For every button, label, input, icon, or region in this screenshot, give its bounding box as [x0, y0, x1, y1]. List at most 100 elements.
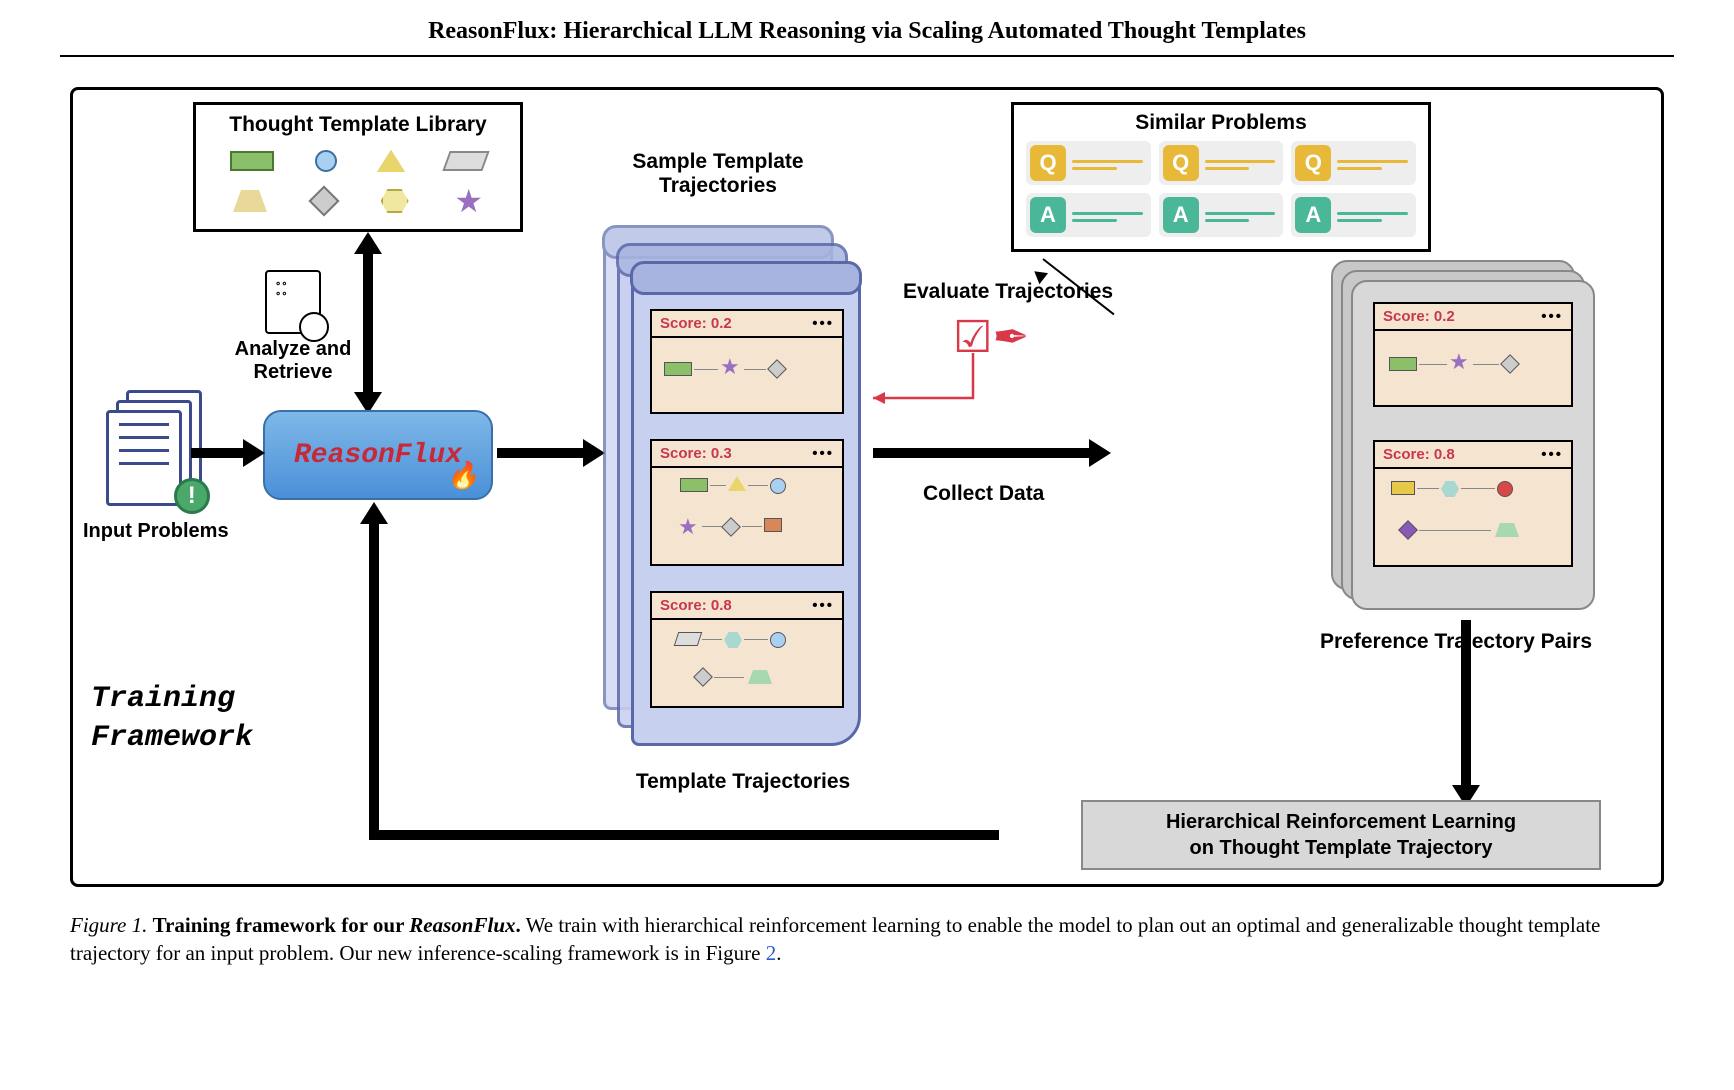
preference-pairs-stack: Score: 0.2 ••• ★ Score: 0.8 •••	[1331, 260, 1591, 610]
template-shape-star-icon: ★	[454, 185, 483, 217]
caption-tail: .	[776, 941, 781, 965]
mini-rect-orange-icon	[764, 518, 782, 532]
connector-line	[702, 526, 722, 527]
answer-card: A	[1026, 193, 1151, 237]
trajectory-card: Score: 0.8 •••	[650, 591, 844, 708]
mini-rect-yellow-icon	[1391, 481, 1415, 495]
score-label: Score: 0.8	[1383, 446, 1455, 463]
fire-icon: 🔥	[447, 461, 479, 492]
caption-model-name: ReasonFlux	[409, 913, 515, 937]
mini-rect-icon	[664, 362, 692, 376]
arrow-head-right-icon	[583, 439, 605, 467]
figure-1-diagram: Thought Template Library ★ ∘∘∘∘ Analyze …	[70, 87, 1664, 887]
hrl-box: Hierarchical Reinforcement Learning on T…	[1081, 800, 1601, 870]
hrl-line-2: on Thought Template Trajectory	[1166, 835, 1516, 861]
analyze-label-2: Retrieve	[203, 361, 383, 384]
arrow-trajectories-to-preference	[873, 448, 1093, 458]
mini-diamond-icon	[1500, 354, 1520, 374]
library-title: Thought Template Library	[210, 113, 506, 137]
mini-circle-red-icon	[1497, 481, 1513, 497]
question-card: Q	[1159, 141, 1284, 185]
q-badge-icon: Q	[1163, 145, 1199, 181]
connector-line	[744, 639, 768, 640]
connector-line	[1461, 488, 1495, 489]
mini-hexagon-icon	[1441, 481, 1459, 497]
connector-line	[702, 639, 722, 640]
mini-diamond-icon	[767, 359, 787, 379]
scroll-page-front: Score: 0.2 ••• ★ Score: 0.3 ••• ★	[631, 276, 861, 746]
template-shape-triangle-icon	[377, 150, 405, 172]
question-card: Q	[1026, 141, 1151, 185]
template-shape-rectangle-icon	[230, 151, 274, 171]
sample-label-1: Sample Template	[603, 150, 833, 174]
a-badge-icon: A	[1030, 197, 1066, 233]
question-card: Q	[1291, 141, 1416, 185]
input-problems-label: Input Problems	[83, 520, 229, 543]
figure-caption: Figure 1. Training framework for our Rea…	[70, 911, 1664, 968]
arrow-library-reasonflux	[363, 240, 373, 400]
preference-card-bottom: Score: 0.8 •••	[1373, 440, 1573, 567]
mini-trapezoid-icon	[748, 670, 772, 684]
template-shape-hexagon-icon	[381, 189, 409, 213]
similar-problems-title: Similar Problems	[1026, 111, 1416, 135]
score-label: Score: 0.8	[660, 597, 732, 614]
arrow-head-right-icon	[243, 439, 265, 467]
arrow-hrl-feedback-horizontal	[369, 830, 999, 840]
mini-triangle-icon	[728, 476, 746, 491]
connector-line	[1417, 488, 1439, 489]
mini-trapezoid-icon	[1495, 523, 1519, 537]
ellipsis-icon: •••	[812, 597, 834, 614]
ellipsis-icon: •••	[1541, 446, 1563, 463]
mini-star-icon: ★	[720, 356, 740, 378]
collect-data-label: Collect Data	[923, 482, 1044, 506]
mini-hexagon-icon	[724, 632, 742, 648]
mini-rect-icon	[680, 478, 708, 492]
arrow-head-up-icon	[360, 502, 388, 524]
ellipsis-icon: •••	[812, 315, 834, 332]
ellipsis-icon: •••	[1541, 308, 1563, 325]
arrow-reasonflux-to-sample	[497, 448, 587, 458]
score-label: Score: 0.2	[660, 315, 732, 332]
arrow-evaluate-to-trajectories-red	[863, 348, 983, 428]
figure-number: Figure 1.	[70, 913, 147, 937]
trajectory-card: Score: 0.3 ••• ★	[650, 439, 844, 566]
score-label: Score: 0.2	[1383, 308, 1455, 325]
mini-diamond-icon	[721, 517, 741, 537]
score-label: Score: 0.3	[660, 445, 732, 462]
trajectory-card: Score: 0.2 ••• ★	[650, 309, 844, 414]
mini-diamond-purple-icon	[1398, 520, 1418, 540]
connector-line	[744, 369, 766, 370]
template-shape-parallelogram-icon	[442, 151, 489, 171]
connector-line	[1473, 364, 1499, 365]
mini-star-icon: ★	[678, 516, 698, 538]
thought-template-library-box: Thought Template Library ★	[193, 102, 523, 232]
connector-line	[1419, 530, 1491, 531]
preference-card-top: Score: 0.2 ••• ★	[1373, 302, 1573, 407]
arrow-hrl-feedback-vertical	[369, 510, 379, 840]
sample-label-2: Trajectories	[603, 174, 833, 198]
template-shape-diamond-icon	[308, 185, 339, 216]
template-trajectories-stack: Score: 0.2 ••• ★ Score: 0.3 ••• ★	[603, 240, 863, 760]
connector-line	[742, 526, 762, 527]
mini-circle-icon	[770, 478, 786, 494]
library-shapes-row-2: ★	[210, 185, 506, 217]
figure-reference-link[interactable]: 2	[766, 941, 777, 965]
paper-running-title: ReasonFlux: Hierarchical LLM Reasoning v…	[60, 0, 1674, 57]
q-badge-icon: Q	[1030, 145, 1066, 181]
reasonflux-label: ReasonFlux	[294, 440, 462, 471]
mini-rect-icon	[1389, 357, 1417, 371]
arrow-head-up-icon	[354, 232, 382, 254]
template-shape-trapezoid-icon	[233, 190, 267, 212]
q-badge-icon: Q	[1295, 145, 1331, 181]
mini-star-icon: ★	[1449, 351, 1469, 373]
analyze-retrieve-block: ∘∘∘∘ Analyze and Retrieve	[203, 270, 383, 384]
sample-trajectories-label: Sample Template Trajectories	[603, 150, 833, 198]
template-shape-circle-icon	[315, 150, 337, 172]
tf-line-2: Framework	[91, 719, 253, 758]
exclamation-badge-icon: !	[174, 478, 210, 514]
tf-line-1: Training	[91, 680, 253, 719]
preference-pairs-label: Preference Trajectory Pairs	[1301, 630, 1611, 654]
analyze-label-1: Analyze and	[203, 338, 383, 361]
hrl-line-1: Hierarchical Reinforcement Learning	[1166, 809, 1516, 835]
ellipsis-icon: •••	[812, 445, 834, 462]
